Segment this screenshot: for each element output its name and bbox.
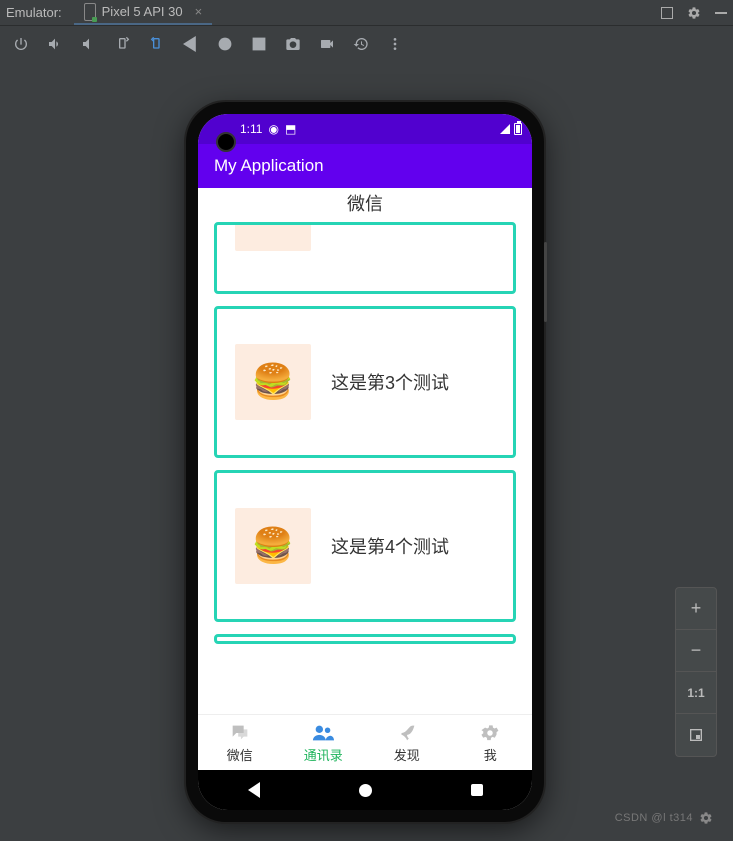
rotate-right-icon[interactable] [114,35,132,53]
bottom-tabs: 微信 通讯录 发现 我 [198,714,532,770]
zoom-fit-button[interactable]: 1:1 [676,672,716,714]
ide-titlebar: Emulator: Pixel 5 API 30 × [0,0,733,26]
emulator-toolbar [0,26,733,62]
tab-label: 我 [484,745,497,764]
nav-recent-icon[interactable] [471,784,483,796]
device-tab-label: Pixel 5 API 30 [102,4,183,19]
rotate-left-icon[interactable] [148,35,166,53]
status-time: 1:11 [240,122,262,136]
minimize-icon[interactable] [715,12,727,14]
nav-home-icon[interactable] [359,784,372,797]
camera-cutout [216,132,236,152]
android-status-bar: 1:11 ◉ ⬒ [198,114,532,144]
zoom-panel: + − 1:1 [675,587,717,757]
power-icon[interactable] [12,35,30,53]
app-content[interactable]: 微信 🍔 这是第3个测试 🍔 这是第4个测试 [198,188,532,714]
emulated-device: 1:11 ◉ ⬒ My Application 微信 [186,102,544,822]
app-title: My Application [214,156,324,176]
tab-contacts[interactable]: 通讯录 [282,715,366,770]
more-icon[interactable] [386,35,404,53]
thumbnail-icon [235,222,311,251]
screenshot-icon[interactable] [284,35,302,53]
list-card[interactable] [214,222,516,294]
battery-icon [514,123,522,135]
android-navbar [198,770,532,810]
tab-discover[interactable]: 发现 [365,715,449,770]
tab-label: 通讯录 [304,745,343,764]
emulator-label: Emulator: [6,5,62,20]
settings-icon[interactable] [687,6,701,20]
app-bar: My Application [198,144,532,188]
volume-down-icon[interactable] [80,35,98,53]
wifi-icon: ◉ [268,122,278,136]
history-icon[interactable] [352,35,370,53]
close-tab-icon[interactable]: × [195,4,203,19]
device-tab[interactable]: Pixel 5 API 30 × [74,1,213,25]
list-card[interactable]: 🍔 这是第4个测试 [214,470,516,622]
thumbnail-icon: 🍔 [235,508,311,584]
card-text: 这是第3个测试 [331,369,449,395]
back-icon[interactable] [182,35,200,53]
signal-icon [500,124,510,134]
zoom-in-button[interactable]: + [676,588,716,630]
gear-icon [699,811,713,825]
volume-up-icon[interactable] [46,35,64,53]
stop-icon[interactable] [250,35,268,53]
thumbnail-icon: 🍔 [235,344,311,420]
record-icon[interactable] [216,35,234,53]
lock-icon: ⬒ [285,122,296,136]
list-card[interactable] [214,634,516,644]
tab-wechat[interactable]: 微信 [198,715,282,770]
phone-small-icon [84,3,96,21]
video-icon[interactable] [318,35,336,53]
card-text: 这是第4个测试 [331,533,449,559]
tab-label: 微信 [227,745,253,764]
tab-me[interactable]: 我 [449,715,533,770]
nav-back-icon[interactable] [248,782,260,798]
side-button [544,242,547,322]
tab-label: 发现 [394,745,420,764]
zoom-reset-button[interactable] [676,714,716,756]
watermark: CSDN @l t314 [615,811,713,825]
zoom-out-button[interactable]: − [676,630,716,672]
page-title: 微信 [198,188,532,222]
window-icon[interactable] [661,7,673,19]
list-card[interactable]: 🍔 这是第3个测试 [214,306,516,458]
